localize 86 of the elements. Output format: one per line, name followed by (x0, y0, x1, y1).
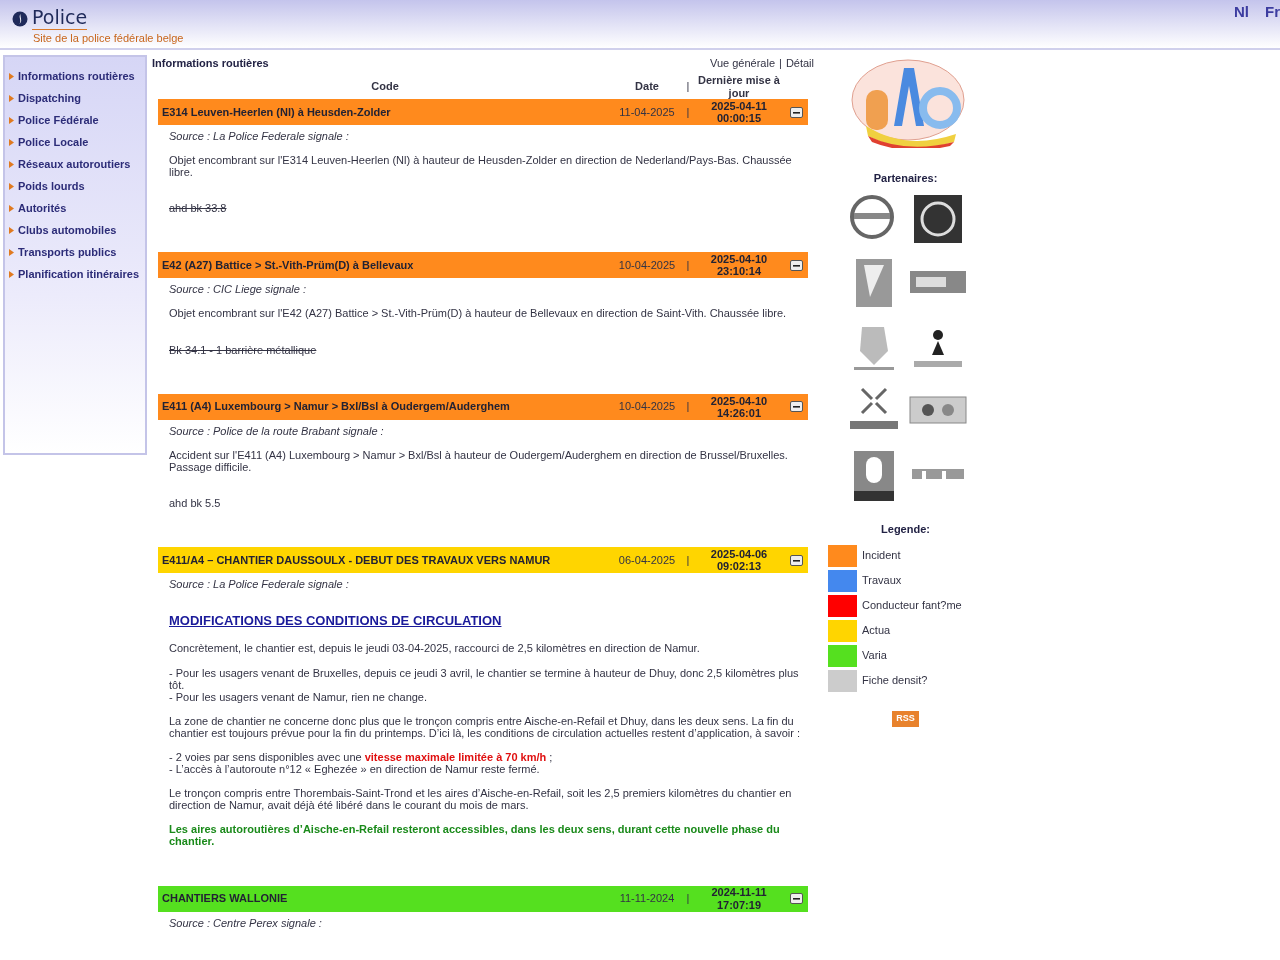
separator: | (685, 891, 691, 907)
sidebar-link[interactable]: Police Fédérale (9, 109, 145, 131)
source-text: Source : Centre Perex signale : (169, 916, 323, 929)
collapse-icon[interactable] (789, 554, 803, 566)
police-emblem-icon (12, 11, 28, 27)
column-header: Code (370, 79, 400, 95)
bullet-icon (9, 204, 14, 212)
bullet-icon (9, 248, 14, 256)
sidebar-link[interactable]: Clubs automobiles (9, 219, 145, 241)
entry-updated: 2025-04-06 09:02:13 (709, 547, 769, 573)
entry-updated: 2025-04-10 23:10:14 (709, 253, 769, 278)
sidebar-link[interactable]: Transports publics (9, 241, 145, 263)
bullet-icon (9, 226, 14, 234)
view-link[interactable]: Vue générale (709, 55, 775, 74)
view-link[interactable]: Détail (785, 55, 814, 74)
page-title: Informations routières (152, 56, 269, 71)
entry-updated: 2025-04-10 14:26:01 (709, 394, 769, 419)
separator: | (685, 258, 691, 274)
separator: | (685, 104, 691, 120)
entry-title: CHANTIERS WALLONIE (162, 891, 289, 907)
sidebar-link[interactable]: Autorités (9, 197, 145, 219)
entry-date: 10-04-2025 (617, 399, 677, 415)
column-header: Date (634, 79, 660, 95)
entry-date: 11-04-2025 (618, 104, 676, 120)
entry-updated: 2024-11-11 17:07:19 (710, 886, 768, 911)
note-text: ahd bk 5.5 (169, 496, 222, 510)
language-link[interactable]: Nl (1234, 1, 1249, 24)
legend-label: Fiche densit? (862, 673, 928, 689)
collapse-icon[interactable] (789, 401, 803, 413)
legend-label: Actua (862, 623, 891, 639)
paragraph: - 2 voies par sens disponibles avec une vitesse maximale limitée à 70 km/h ; (169, 751, 554, 764)
sidebar-link[interactable]: Police Locale (9, 131, 145, 153)
source-text: Source : Police de la route Brabant signale : (169, 424, 385, 437)
paragraph: Objet encombrant sur l'E42 (A27) Battice > St.-Vith-Prüm(D) à hauteur de Bellevaux en direction de Saint-Vith. Chaussée libre. (169, 307, 788, 320)
sidebar-link[interactable]: Dispatching (9, 87, 145, 109)
paragraph: Le tronçon compris entre Thorembais-Saint-Trond et les aires d’Aische-en-Refail, soit les 2,5 premiers kilomètres du chantier en direction de Namur, avait déjà été libéré dans le courant du mois de mars. (169, 787, 793, 812)
paragraph: - Pour les usagers venant de Namur, rien ne change. (169, 690, 429, 703)
struck-note: ahd bk 33.8 (169, 202, 228, 215)
separator: | (779, 56, 782, 71)
collapse-icon[interactable] (789, 893, 803, 905)
sidebar-link[interactable]: Réseaux autoroutiers (9, 153, 145, 175)
paragraph: Concrètement, le chantier est, depuis le jeudi 03-04-2025, raccourci de 2,5 kilomètres en direction de Namur. (169, 642, 701, 655)
sidebar-link[interactable]: Poids lourds (9, 175, 145, 197)
entry-title: E314 Leuven-Heerlen (Nl) à Heusden-Zolder (162, 104, 392, 120)
column-header: Dernière mise à jour (697, 74, 781, 99)
bullet-icon (9, 160, 14, 168)
tagline: Site de la police fédérale belge (33, 31, 184, 46)
legend-label: Incident (862, 548, 901, 564)
sidebar-link[interactable]: Informations routières (9, 65, 145, 87)
heading-link[interactable]: MODIFICATIONS DES CONDITIONS DE CIRCULATION (169, 613, 502, 629)
struck-note: Bk 34.1 - 1 barrière métallique (169, 343, 318, 356)
legend-label: Conducteur fant?me (862, 598, 962, 614)
separator: | (685, 79, 691, 95)
separator: | (685, 399, 691, 415)
entry-date: 11-11-2024 (618, 891, 676, 907)
entry-title: E411/A4 – CHANTIER DAUSSOULX - DEBUT DES TRAVAUX VERS NAMUR (162, 552, 552, 568)
bullet-icon (9, 94, 14, 102)
collapse-icon[interactable] (789, 106, 803, 118)
paragraph: Accident sur l'E411 (A4) Luxembourg > Namur > Bxl/Bsl à hauteur de Oudergem/Auderghem en direction de Brussel/Bruxelles. Passage difficile. (169, 448, 789, 473)
source-text: Source : La Police Federale signale : (169, 578, 350, 591)
highlight-paragraph: Les aires autoroutières d’Aische-en-Refail resteront accessibles, dans les deux sens, durant cette nouvelle phase du chantier. (169, 823, 781, 848)
separator: | (685, 552, 691, 568)
entry-updated: 2025-04-11 00:00:15 (710, 99, 768, 125)
entry-date: 06-04-2025 (617, 552, 677, 568)
legend-title: Legende: (880, 521, 931, 537)
sidebar-link[interactable]: Planification itinéraires (9, 263, 145, 285)
language-link[interactable]: Fr (1265, 1, 1280, 24)
paragraph: La zone de chantier ne concerne donc plus que le tronçon compris entre Aische-en-Refail et Dhuy, dans les deux sens. La fin du chantier est toujours prévue pour la fin du printemps. D’ici là, les conditions de circulation actuelles restent d’application, à savoir : (169, 714, 801, 739)
bullet-icon (9, 116, 14, 124)
source-text: Source : La Police Federale signale : (169, 130, 350, 143)
paragraph: - Pour les usagers venant de Bruxelles, depuis ce jeudi 3 avril, le chantier se termine à hauteur de Dhuy, donc 2,5 kilomètres plus tôt. (169, 666, 800, 691)
bullet-icon (9, 270, 14, 278)
paragraph: - L’accès à l’autoroute n°12 « Eghezée » en direction de Namur reste fermé. (169, 763, 541, 776)
entry-title: E42 (A27) Battice > St.-Vith-Prüm(D) à Bellevaux (162, 258, 415, 274)
entry-date: 10-04-2025 (617, 258, 677, 274)
legend-label: Varia (862, 648, 887, 664)
bullet-icon (9, 138, 14, 146)
source-text: Source : CIC Liege signale : (169, 283, 307, 296)
collapse-icon[interactable] (789, 259, 803, 271)
bullet-icon (9, 182, 14, 190)
brand-name: Police (32, 8, 88, 30)
paragraph: Objet encombrant sur l'E314 Leuven-Heerlen (Nl) à hauteur de Heusden-Zolder en direction de Nederland/Pays-Bas. Chaussée libre. (169, 154, 793, 179)
bullet-icon (9, 72, 14, 80)
partners-title: Partenaires: (872, 171, 939, 186)
entry-title: E411 (A4) Luxembourg > Namur > Bxl/Bsl à Oudergem/Auderghem (162, 399, 511, 415)
legend-label: Travaux (862, 573, 902, 589)
